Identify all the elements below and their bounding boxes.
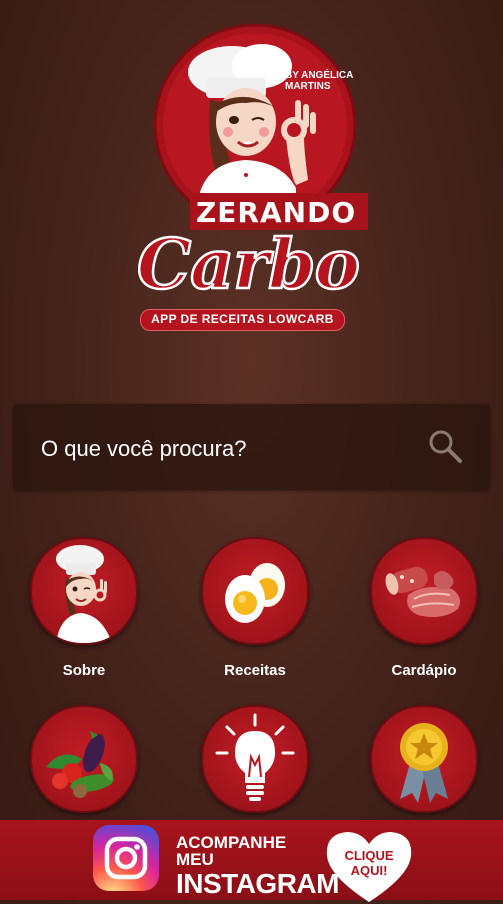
search-icon[interactable] xyxy=(425,426,465,466)
menu-item-label: Sobre xyxy=(62,662,106,679)
menu-item-circle xyxy=(370,705,478,813)
menu-item-receitas[interactable]: Receitas xyxy=(195,537,315,679)
heart-button-label[interactable]: CLIQUE AQUI! xyxy=(321,848,417,878)
menu-item-lightbulb[interactable] xyxy=(195,705,315,830)
vegetables-icon xyxy=(46,731,114,798)
instagram-banner-line1: ACOMPANHE MEU xyxy=(176,833,287,869)
menu-item-award[interactable] xyxy=(364,705,484,830)
menu-item-cardapio[interactable]: Cardápio xyxy=(364,537,484,679)
award-ribbon-icon xyxy=(400,723,448,803)
logo-subtitle-banner: APP DE RECEITAS LOWCARB xyxy=(140,309,345,331)
logo-title-main: Carbo xyxy=(136,224,361,307)
instagram-banner-line2: INSTAGRAM xyxy=(176,868,339,899)
menu-item-circle xyxy=(201,705,309,813)
menu-item-label: Receitas xyxy=(224,662,286,679)
menu-item-circle xyxy=(30,537,138,645)
logo-subtitle: APP DE RECEITAS LOWCARB xyxy=(151,312,334,326)
logo-author: BY ANGÉLICA MARTINS xyxy=(285,70,353,92)
app-logo: BY ANGÉLICA MARTINS ZERANDO Carbo APP DE… xyxy=(0,0,503,340)
menu-item-circle xyxy=(201,537,309,645)
chef-icon xyxy=(56,545,112,643)
menu-item-sobre[interactable]: Sobre xyxy=(24,537,144,679)
menu-item-circle xyxy=(370,537,478,645)
eggs-icon xyxy=(225,563,285,623)
heart-line2: AQUI! xyxy=(350,863,388,878)
instagram-banner-text: ACOMPANHE MEU INSTAGRAM xyxy=(176,833,339,899)
menu-item-vegetables[interactable] xyxy=(24,705,144,830)
search-bar[interactable] xyxy=(13,404,490,490)
instagram-icon[interactable] xyxy=(93,825,159,891)
heart-line1: CLIQUE xyxy=(344,848,394,863)
meat-icon xyxy=(385,566,460,617)
lightbulb-icon xyxy=(215,713,295,801)
menu-item-label: Cardápio xyxy=(391,662,457,679)
search-input[interactable] xyxy=(39,432,413,466)
menu-item-circle xyxy=(30,705,138,813)
